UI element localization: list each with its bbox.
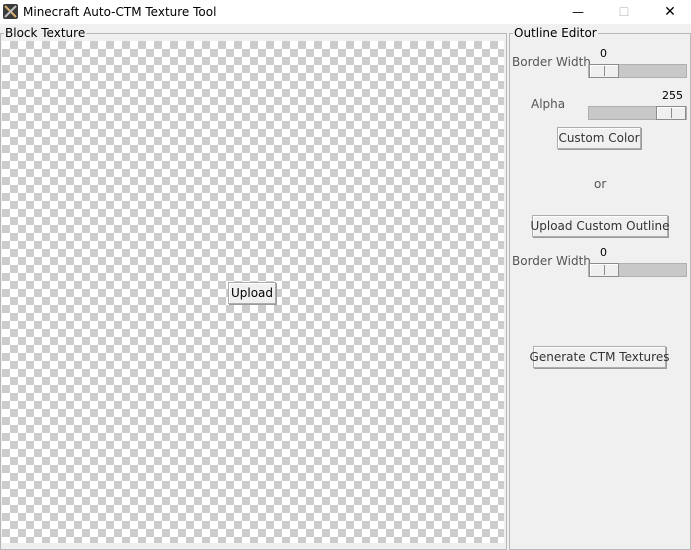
title-bar: Minecraft Auto-CTM Texture Tool — ☐ ✕ [0, 0, 691, 24]
or-label: or [594, 177, 607, 191]
border-width-value: 0 [600, 47, 607, 60]
custom-border-width-slider-thumb[interactable] [589, 263, 619, 277]
minimize-button[interactable]: — [555, 0, 601, 24]
custom-border-width-label: Border Width [512, 254, 591, 268]
generate-ctm-textures-button[interactable]: Generate CTM Textures [530, 346, 669, 368]
upload-button[interactable]: Upload [228, 282, 276, 304]
border-width-label: Border Width [512, 55, 591, 69]
maximize-icon: ☐ [618, 5, 630, 19]
maximize-button[interactable]: ☐ [601, 0, 647, 24]
alpha-value: 255 [662, 89, 683, 102]
alpha-slider-thumb[interactable] [656, 106, 686, 120]
upload-custom-outline-button[interactable]: Upload Custom Outline [530, 215, 670, 237]
alpha-label: Alpha [531, 97, 566, 111]
border-width-slider-thumb[interactable] [589, 64, 619, 78]
custom-color-button[interactable]: Custom Color [557, 127, 641, 149]
minimize-icon: — [572, 5, 584, 19]
border-width-slider[interactable] [588, 64, 687, 78]
close-icon: ✕ [664, 4, 676, 20]
window-title: Minecraft Auto-CTM Texture Tool [23, 5, 217, 19]
custom-border-width-slider[interactable] [588, 263, 687, 277]
alpha-slider[interactable] [588, 106, 687, 120]
custom-border-width-value: 0 [600, 246, 607, 259]
app-icon [3, 4, 18, 19]
close-button[interactable]: ✕ [647, 0, 691, 24]
block-texture-frame-label: Block Texture [4, 26, 87, 40]
outline-editor-frame-label: Outline Editor [513, 26, 598, 40]
